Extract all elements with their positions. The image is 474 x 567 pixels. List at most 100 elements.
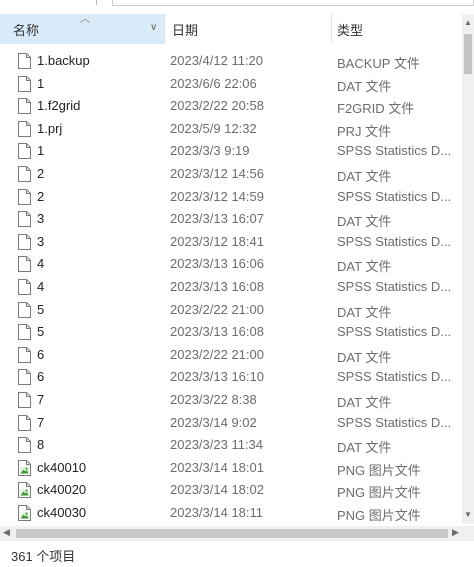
list-item[interactable]: 4 2023/3/13 16:06 DAT 文件 xyxy=(0,253,462,275)
list-item[interactable]: 3 2023/3/13 16:07 DAT 文件 xyxy=(0,208,462,230)
list-item[interactable]: 2 2023/3/12 14:59 SPSS Statistics D... xyxy=(0,186,462,208)
file-type: DAT 文件 xyxy=(337,395,392,410)
file-name: 7 xyxy=(37,392,45,407)
generic-file-icon xyxy=(18,233,31,250)
file-name: ck40020 xyxy=(37,482,87,498)
file-date: 2023/3/13 16:08 xyxy=(170,324,264,340)
list-item[interactable]: 6 2023/3/13 16:10 SPSS Statistics D... xyxy=(0,366,462,388)
file-name: 8 xyxy=(37,437,45,453)
file-date: 2023/3/13 16:10 xyxy=(170,369,264,385)
generic-file-icon xyxy=(18,120,31,137)
file-date: 2023/3/14 18:02 xyxy=(170,482,264,498)
generic-file-icon xyxy=(18,166,31,182)
file-name: 1.prj xyxy=(37,120,63,136)
column-header-type-label: 类型 xyxy=(337,22,364,38)
list-item[interactable]: 1.prj 2023/5/9 12:32 PRJ 文件 xyxy=(0,118,462,140)
file-date: 2023/2/22 21:00 xyxy=(170,346,264,362)
file-type: F2GRID 文件 xyxy=(337,101,415,117)
scroll-up-icon[interactable]: ▲ xyxy=(464,18,472,27)
column-header-date-label: 日期 xyxy=(172,22,199,38)
file-type: SPSS Statistics D... xyxy=(337,143,452,159)
horizontal-scrollbar[interactable]: ◀ ▶ xyxy=(0,526,474,541)
generic-file-icon xyxy=(18,279,31,295)
file-type: SPSS Statistics D... xyxy=(337,324,452,340)
file-type: SPSS Statistics D... xyxy=(337,188,452,204)
file-date: 2023/3/14 9:02 xyxy=(170,414,257,430)
generic-file-icon xyxy=(18,414,31,431)
list-item[interactable]: 1.backup 2023/4/12 11:20 BACKUP 文件 xyxy=(0,50,462,72)
file-name: 7 xyxy=(37,414,45,430)
file-name: 5 xyxy=(37,324,45,340)
toolbar-divider xyxy=(96,0,97,5)
horizontal-scroll-thumb[interactable] xyxy=(16,529,448,538)
generic-file-icon xyxy=(18,188,31,205)
scroll-right-icon[interactable]: ▶ xyxy=(452,527,459,538)
file-type: DAT 文件 xyxy=(337,349,392,365)
file-name: 1 xyxy=(37,75,45,91)
list-item[interactable]: 6 2023/2/22 21:00 DAT 文件 xyxy=(0,344,462,366)
list-item[interactable]: 1.f2grid 2023/2/22 20:58 F2GRID 文件 xyxy=(0,95,462,117)
file-type: SPSS Statistics D... xyxy=(337,369,452,385)
file-name: ck40010 xyxy=(37,459,87,475)
file-date: 2023/3/22 8:38 xyxy=(170,392,257,407)
list-item[interactable]: 5 2023/2/22 21:00 DAT 文件 xyxy=(0,299,462,321)
file-date: 2023/3/13 16:06 xyxy=(170,256,264,272)
list-item[interactable]: ck40020 2023/3/14 18:02 PNG 图片文件 xyxy=(0,479,462,501)
file-date: 2023/3/23 11:34 xyxy=(170,437,264,453)
file-type: DAT 文件 xyxy=(337,440,392,456)
file-type: DAT 文件 xyxy=(337,259,392,275)
column-header-date[interactable]: 日期 xyxy=(165,14,331,44)
file-date: 2023/3/14 18:11 xyxy=(170,505,264,520)
file-date: 2023/2/22 20:58 xyxy=(170,98,264,114)
generic-file-icon xyxy=(18,75,31,92)
top-strip xyxy=(0,0,474,8)
file-date: 2023/3/12 14:56 xyxy=(170,166,264,181)
column-header-name-label: 名称 xyxy=(13,22,40,38)
list-item[interactable]: 7 2023/3/14 9:02 SPSS Statistics D... xyxy=(0,412,462,434)
list-item[interactable]: 1 2023/6/6 22:06 DAT 文件 xyxy=(0,73,462,95)
list-item[interactable]: 5 2023/3/13 16:08 SPSS Statistics D... xyxy=(0,321,462,343)
list-item[interactable]: 3 2023/3/12 18:41 SPSS Statistics D... xyxy=(0,231,462,253)
list-item[interactable]: 2 2023/3/12 14:56 DAT 文件 xyxy=(0,163,462,185)
file-type: DAT 文件 xyxy=(337,214,392,230)
file-type: PNG 图片文件 xyxy=(337,485,421,501)
list-item[interactable]: 8 2023/3/23 11:34 DAT 文件 xyxy=(0,434,462,456)
file-name: ck40030 xyxy=(37,505,87,520)
file-name: 6 xyxy=(37,346,45,362)
list-item[interactable]: 7 2023/3/22 8:38 DAT 文件 xyxy=(0,389,462,411)
scroll-left-icon[interactable]: ◀ xyxy=(3,527,10,538)
generic-file-icon xyxy=(18,324,31,341)
file-name: 6 xyxy=(37,369,45,385)
file-date: 2023/3/3 9:19 xyxy=(170,143,250,159)
file-type: PRJ 文件 xyxy=(337,123,392,139)
scroll-down-icon[interactable]: ▼ xyxy=(464,510,472,519)
file-date: 2023/4/12 11:20 xyxy=(170,53,264,68)
vertical-scrollbar[interactable]: ▲ ▼ xyxy=(462,14,474,524)
vertical-scroll-thumb[interactable] xyxy=(464,34,472,74)
file-name: 2 xyxy=(37,188,45,204)
file-name: 4 xyxy=(37,279,45,294)
column-header-type[interactable]: 类型 xyxy=(332,14,462,44)
file-name: 4 xyxy=(37,256,45,272)
image-file-icon xyxy=(18,459,31,476)
file-date: 2023/6/6 22:06 xyxy=(170,75,257,91)
file-type: DAT 文件 xyxy=(337,304,392,320)
list-item[interactable]: ck40030 2023/3/14 18:11 PNG 图片文件 xyxy=(0,502,462,524)
generic-file-icon xyxy=(18,53,31,69)
file-type: PNG 图片文件 xyxy=(337,462,421,478)
list-item[interactable]: ck40010 2023/3/14 18:01 PNG 图片文件 xyxy=(0,457,462,479)
file-name: 1 xyxy=(37,143,45,159)
column-header-name[interactable]: 名称 ︿ ∨ xyxy=(0,14,164,44)
list-item[interactable]: 4 2023/3/13 16:08 SPSS Statistics D... xyxy=(0,276,462,298)
list-item[interactable]: 1 2023/3/3 9:19 SPSS Statistics D... xyxy=(0,140,462,162)
sort-ascending-icon: ︿ xyxy=(80,14,90,25)
generic-file-icon xyxy=(18,256,31,273)
file-name: 3 xyxy=(37,211,45,227)
generic-file-icon xyxy=(18,211,31,228)
file-date: 2023/3/13 16:07 xyxy=(170,211,264,227)
file-type: PNG 图片文件 xyxy=(337,508,421,523)
generic-file-icon xyxy=(18,369,31,386)
file-date: 2023/2/22 21:00 xyxy=(170,301,264,317)
chevron-down-icon[interactable]: ∨ xyxy=(150,22,157,33)
file-date: 2023/3/13 16:08 xyxy=(170,279,264,294)
